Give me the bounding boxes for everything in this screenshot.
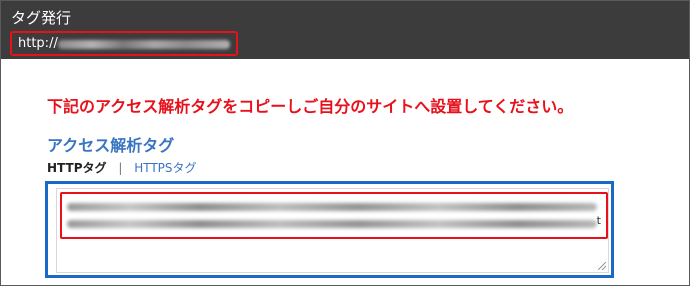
tag-code-line-redacted bbox=[67, 203, 597, 211]
site-url-highlight: http:// bbox=[10, 31, 238, 56]
tag-type-tabs: HTTPタグ | HTTPSタグ bbox=[47, 159, 197, 176]
tag-code-highlight: t bbox=[60, 192, 608, 239]
tag-code-line-redacted bbox=[67, 220, 597, 228]
site-url-redacted bbox=[58, 40, 230, 49]
panel-title: タグ発行 bbox=[11, 9, 72, 27]
tag-code-tail: t bbox=[596, 214, 601, 227]
tab-https[interactable]: HTTPSタグ bbox=[134, 161, 196, 175]
tag-code-focus-frame: t bbox=[45, 181, 614, 278]
resize-grip-icon[interactable] bbox=[598, 262, 606, 270]
site-url-prefix: http:// bbox=[18, 36, 58, 51]
instruction-text: 下記のアクセス解析タグをコピーしご自分のサイトへ設置してください。 bbox=[47, 97, 574, 116]
tag-issue-panel: タグ発行 http:// 下記のアクセス解析タグをコピーしご自分のサイトへ設置し… bbox=[0, 0, 690, 286]
tab-http[interactable]: HTTPタグ bbox=[47, 161, 107, 175]
panel-header: タグ発行 http:// bbox=[1, 1, 689, 59]
tab-separator: | bbox=[118, 161, 123, 175]
section-title: アクセス解析タグ bbox=[47, 136, 175, 155]
tag-code-textarea[interactable]: t bbox=[56, 188, 609, 273]
